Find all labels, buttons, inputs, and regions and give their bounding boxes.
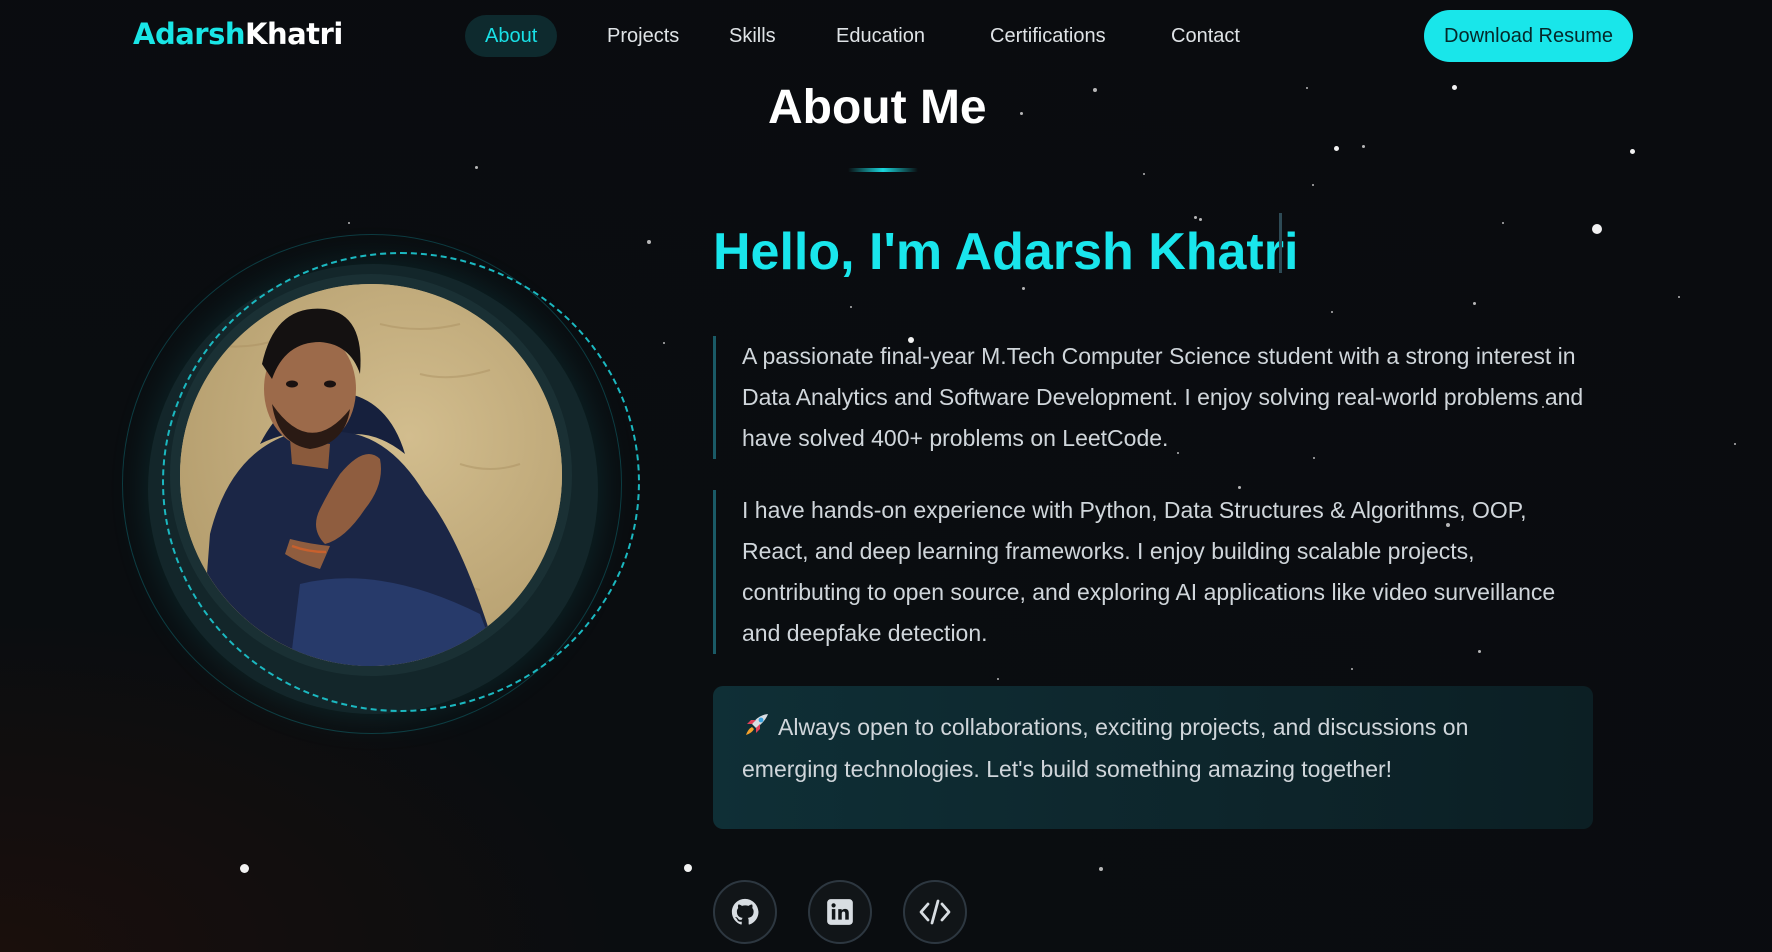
star-particle (1452, 85, 1457, 90)
star-particle (1630, 149, 1635, 154)
greeting-heading: Hello, I'm Adarsh Khatri (713, 223, 1299, 281)
star-particle (1331, 311, 1333, 313)
star-particle (1020, 112, 1023, 115)
nav-item-projects[interactable]: Projects (587, 15, 699, 57)
linkedin-link[interactable] (808, 880, 872, 944)
github-icon (731, 898, 759, 925)
title-underline (848, 168, 918, 172)
star-particle (1362, 145, 1365, 148)
linkedin-icon (827, 899, 853, 925)
star-particle (1143, 173, 1145, 175)
nav-item-about[interactable]: About (465, 15, 558, 57)
about-paragraph-2: I have hands-on experience with Python, … (713, 490, 1593, 654)
code-profile-link[interactable] (903, 880, 967, 944)
star-particle (1592, 224, 1602, 234)
star-particle (1678, 296, 1680, 298)
star-particle (1099, 867, 1103, 871)
navbar: AdarshKhatri About Projects Skills Educa… (0, 0, 1772, 72)
nav-item-certifications[interactable]: Certifications (970, 15, 1126, 57)
star-particle (475, 166, 478, 169)
star-particle (1312, 184, 1314, 186)
star-particle (997, 678, 999, 680)
typing-cursor (1279, 213, 1282, 273)
nav-item-skills[interactable]: Skills (709, 15, 796, 57)
star-particle (348, 222, 350, 224)
star-particle (1022, 287, 1025, 290)
star-particle (1194, 216, 1197, 219)
callout-text: Always open to collaborations, exciting … (742, 714, 1469, 782)
star-particle (1734, 443, 1736, 445)
about-paragraph-1: A passionate final-year M.Tech Computer … (713, 336, 1593, 459)
star-particle (1199, 218, 1202, 221)
star-particle (850, 306, 852, 308)
nav-item-education[interactable]: Education (816, 15, 945, 57)
star-particle (1306, 87, 1308, 89)
logo-last-name: Khatri (244, 17, 343, 51)
star-particle (663, 342, 665, 344)
collaboration-callout: Always open to collaborations, exciting … (713, 686, 1593, 829)
star-particle (1093, 88, 1097, 92)
nav-item-contact[interactable]: Contact (1151, 15, 1260, 57)
logo-first-name: Adarsh (133, 17, 245, 51)
rocket-icon (746, 714, 768, 735)
star-particle (1473, 302, 1476, 305)
star-particle (1238, 486, 1241, 489)
star-particle (684, 864, 692, 872)
profile-image-frame (122, 234, 652, 734)
profile-photo (170, 274, 572, 676)
site-logo[interactable]: AdarshKhatri (133, 17, 343, 51)
star-particle (1502, 222, 1504, 224)
star-particle (1351, 668, 1353, 670)
github-link[interactable] (713, 880, 777, 944)
star-particle (240, 864, 249, 873)
code-icon (919, 899, 951, 925)
section-title: About Me (768, 81, 987, 134)
star-particle (1334, 146, 1339, 151)
download-resume-button[interactable]: Download Resume (1424, 10, 1633, 62)
